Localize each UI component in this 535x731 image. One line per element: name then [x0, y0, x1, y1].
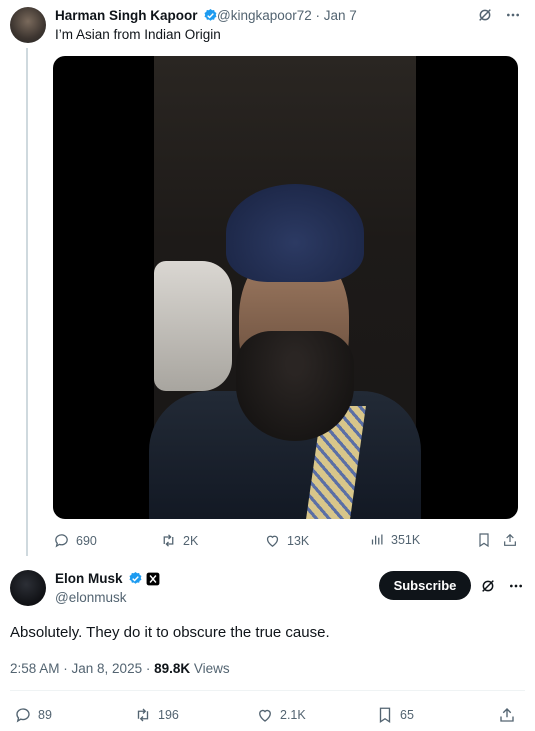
- retweet-icon: [160, 532, 177, 549]
- share-button[interactable]: [502, 532, 518, 548]
- reply-button[interactable]: 89: [14, 706, 52, 724]
- like-button[interactable]: 13K: [264, 532, 309, 549]
- bookmark-button[interactable]: 65: [376, 706, 414, 724]
- thread-line: [26, 48, 28, 556]
- handle[interactable]: @elonmusk: [55, 590, 126, 605]
- retweet-button[interactable]: 2K: [160, 532, 198, 549]
- tweet-text: Absolutely. They do it to obscure the tr…: [10, 624, 330, 641]
- grok-icon[interactable]: [477, 7, 493, 23]
- tweet-actions-top: [480, 578, 524, 594]
- share-icon: [502, 532, 518, 548]
- video-player[interactable]: [53, 56, 518, 519]
- x-badge-icon: [146, 572, 160, 586]
- tweet-text: I’m Asian from Indian Origin: [55, 27, 221, 42]
- retweet-button[interactable]: 196: [134, 706, 179, 724]
- subscribe-button[interactable]: Subscribe: [379, 571, 471, 600]
- handle-date[interactable]: @kingkapoor72 · Jan 7: [217, 8, 357, 23]
- beard: [236, 331, 354, 441]
- verified-icon: [128, 571, 143, 586]
- views-icon: [370, 532, 385, 547]
- retweet-icon: [134, 706, 152, 724]
- reply-icon: [14, 706, 32, 724]
- reply-button[interactable]: 690: [53, 532, 97, 549]
- views-count: 89.8K: [154, 661, 191, 676]
- car-seat: [154, 261, 232, 391]
- avatar[interactable]: [10, 570, 46, 606]
- more-icon[interactable]: [505, 7, 521, 23]
- bookmark-icon: [476, 532, 492, 548]
- divider: [10, 690, 525, 691]
- like-button[interactable]: 2.1K: [256, 706, 306, 724]
- views-button[interactable]: 351K: [370, 532, 420, 547]
- author-name[interactable]: Harman Singh Kapoor: [55, 8, 218, 23]
- views-label: Views: [190, 661, 230, 676]
- reply-icon: [53, 532, 70, 549]
- bookmark-icon: [376, 706, 394, 724]
- turban: [226, 184, 364, 282]
- like-icon: [256, 706, 274, 724]
- bookmark-button[interactable]: [476, 532, 492, 548]
- tweet-meta: 2:58 AM · Jan 8, 2025 · 89.8K Views: [10, 661, 230, 676]
- tweet-actions-top: [477, 7, 521, 23]
- share-icon: [498, 706, 516, 724]
- author-name[interactable]: Elon Musk: [55, 571, 160, 586]
- like-icon: [264, 532, 281, 549]
- share-button[interactable]: [498, 706, 516, 724]
- timestamp[interactable]: 2:58 AM · Jan 8, 2025 ·: [10, 661, 154, 676]
- more-icon[interactable]: [508, 578, 524, 594]
- video-frame: [149, 56, 421, 519]
- grok-icon[interactable]: [480, 578, 496, 594]
- avatar[interactable]: [10, 7, 46, 43]
